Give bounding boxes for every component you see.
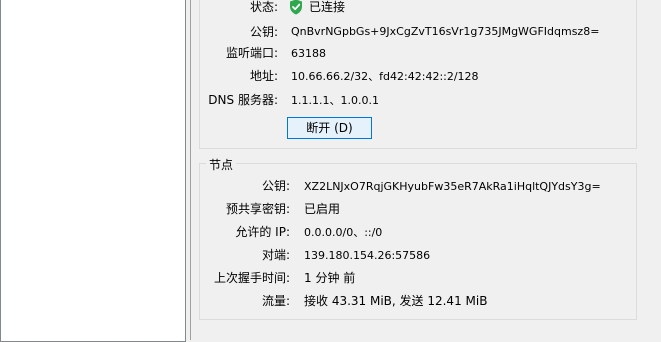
disconnect-button[interactable]: 断开 (D) [287, 117, 372, 139]
pane-divider[interactable] [190, 0, 191, 340]
shield-check-icon [290, 0, 302, 15]
status-label: 状态: [249, 0, 278, 14]
public-key-label: 公钥: [249, 25, 278, 39]
allowed-ips-label: 允许的 IP: [235, 225, 290, 239]
handshake-value[interactable]: 1 分钟 前 [304, 268, 355, 288]
handshake-label: 上次握手时间: [213, 271, 290, 285]
endpoint-value[interactable]: 139.180.154.26:57586 [304, 246, 430, 266]
peer-public-key-label: 公钥: [261, 179, 290, 193]
status-text: 已连接 [309, 0, 346, 14]
dns-label: DNS 服务器: [208, 93, 278, 107]
status-value: 已连接 [289, 0, 345, 17]
psk-value[interactable]: 已启用 [304, 199, 340, 219]
dns-value[interactable]: 1.1.1.1、1.0.0.1 [291, 91, 379, 111]
tunnel-list-pane[interactable] [0, 0, 186, 342]
transfer-value[interactable]: 接收 43.31 MiB, 发送 12.41 MiB [304, 291, 487, 311]
address-label: 地址: [249, 69, 278, 83]
listen-port-label: 监听端口: [225, 46, 278, 60]
address-value[interactable]: 10.66.66.2/32、fd42:42:42::2/128 [291, 67, 479, 87]
transfer-label: 流量: [261, 294, 290, 308]
endpoint-label: 对端: [261, 248, 290, 262]
public-key-value[interactable]: QnBvrNGpbGs+9JxCgZvT16sVr1g735JMgWGFIdqm… [291, 22, 599, 42]
allowed-ips-value[interactable]: 0.0.0.0/0、::/0 [304, 223, 382, 243]
peer-public-key-value[interactable]: XZ2LNJxO7RqjGKHyubFw35eR7AkRa1iHqltQJYds… [304, 177, 601, 197]
psk-label: 预共享密钥: [225, 202, 290, 216]
peer-section-title: 节点 [206, 156, 237, 173]
listen-port-value[interactable]: 63188 [291, 44, 326, 64]
